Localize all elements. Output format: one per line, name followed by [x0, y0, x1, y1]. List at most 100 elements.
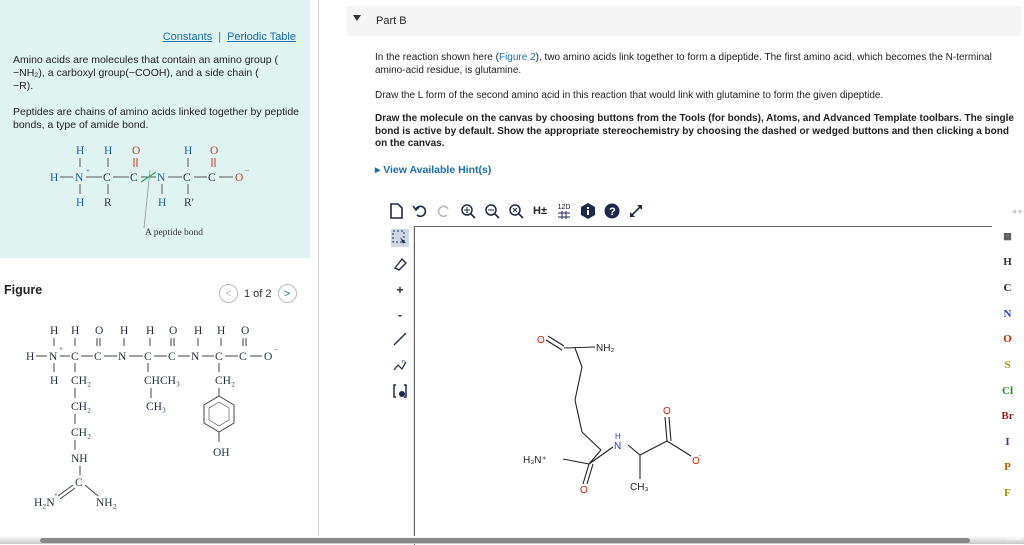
carboxylate-charge: - — [699, 453, 702, 460]
bracket-template-icon[interactable] — [391, 382, 409, 400]
figure-2-link[interactable]: Figure 2 — [499, 52, 536, 63]
eraser-icon[interactable] — [391, 255, 409, 273]
carbonyl-o-bottom: O — [580, 485, 588, 496]
svg-text:−: − — [274, 345, 279, 354]
svg-text:CH₃: CH₃ — [146, 401, 166, 413]
svg-text:R: R — [104, 197, 112, 209]
atom-p-button[interactable]: P — [992, 461, 1023, 473]
atom-s-button[interactable]: S — [992, 359, 1023, 371]
atom-i-button[interactable]: I — [992, 436, 1023, 448]
chain-tool-icon[interactable]: n — [391, 356, 409, 374]
zoom-reset-icon[interactable] — [507, 201, 525, 221]
svg-text:H: H — [158, 197, 166, 209]
intro-box: Constants | Periodic Table Amino acids are… — [0, 0, 310, 258]
scroll-arrows-icon[interactable]: ◂ ▸ — [1011, 206, 1023, 217]
svg-text:−: − — [245, 166, 250, 175]
view-hints-link[interactable]: ▸ View Available Hint(s) — [375, 164, 491, 176]
svg-text:H: H — [184, 145, 192, 157]
undo-icon[interactable] — [411, 201, 429, 221]
svg-text:?: ? — [609, 206, 616, 218]
svg-text:H: H — [26, 351, 34, 363]
svg-text:CH₂: CH₂ — [71, 427, 91, 439]
intro-p1-c: −R). — [13, 80, 34, 92]
part-b-header[interactable]: Part B — [347, 6, 1021, 36]
atom-br-button[interactable]: Br — [992, 410, 1023, 422]
help-icon[interactable]: ? — [603, 201, 621, 221]
positive-charge-icon[interactable]: + — [391, 281, 409, 299]
horizontal-scrollbar[interactable]: 5360 — [0, 535, 1024, 544]
carbonyl-o-top: O — [537, 335, 545, 346]
svg-text:C: C — [94, 351, 102, 363]
right-panel: Part B In the reaction shown here (Figur… — [319, 0, 1024, 545]
zoom-out-icon[interactable] — [483, 201, 501, 221]
info-icon[interactable] — [579, 201, 597, 221]
svg-text:H: H — [146, 325, 154, 337]
tools-column: + - n — [387, 226, 414, 544]
next-figure-button[interactable]: > — [277, 284, 297, 303]
svg-text:H₂N: H₂N — [34, 497, 55, 509]
expand-icon[interactable] — [627, 201, 645, 221]
svg-text:O: O — [169, 325, 177, 337]
svg-text:N: N — [157, 172, 166, 184]
question-paragraph-2: Draw the L form of the second amino acid… — [375, 90, 884, 101]
question-paragraph-3: Draw the molecule on the canvas by choos… — [375, 113, 1014, 149]
2d-structure-icon[interactable]: 12D — [555, 201, 573, 221]
svg-text:C: C — [215, 351, 223, 363]
scrollbar-thumb[interactable] — [40, 538, 970, 543]
svg-text:O: O — [95, 325, 103, 337]
svg-text:H: H — [76, 197, 84, 209]
q1-text-a: In the reaction shown here ( — [375, 52, 499, 63]
editor-area: + - n O NH₂ H₃N⁺ O H N O O - CH₃ ▦ H C N… — [387, 226, 1023, 545]
peptide-bond-label: A peptide bond — [145, 228, 203, 238]
svg-text:C: C — [130, 172, 138, 184]
atom-n-button[interactable]: N — [992, 308, 1023, 320]
2d-label: 12D — [557, 203, 571, 211]
amide-n-label: N — [614, 441, 621, 452]
svg-text:N: N — [75, 172, 84, 184]
svg-text:H: H — [50, 325, 58, 337]
figure-page-indicator: 1 of 2 — [244, 287, 272, 300]
prev-figure-button[interactable]: < — [219, 284, 238, 303]
svg-text:N: N — [118, 351, 127, 363]
intro-links: Constants | Periodic Table — [163, 31, 296, 43]
svg-text:C: C — [71, 351, 79, 363]
svg-text:C: C — [239, 351, 247, 363]
svg-text:C: C — [183, 172, 191, 184]
svg-text:O: O — [210, 145, 218, 157]
atom-h-button[interactable]: H — [992, 256, 1023, 268]
svg-text:O: O — [264, 351, 272, 363]
intro-paragraph-1: Amino acids are molecules that contain a… — [13, 54, 303, 93]
figure-molecule: HHO HHO HHO H N+ C C N C C N C C O− H CH… — [26, 325, 279, 509]
atom-c-button[interactable]: C — [992, 282, 1023, 294]
redo-icon[interactable] — [435, 201, 453, 221]
select-tool-icon[interactable] — [391, 229, 409, 247]
negative-charge-icon[interactable]: - — [391, 306, 409, 324]
zoom-in-icon[interactable] — [459, 201, 477, 221]
periodic-table-link[interactable]: Periodic Table — [227, 31, 296, 43]
svg-text:CH₂: CH₂ — [71, 401, 91, 413]
atoms-column: ▦ H C N O S Cl Br I P F — [992, 226, 1023, 544]
svg-text:N: N — [49, 351, 58, 363]
methyl-label: CH₃ — [630, 482, 649, 493]
svg-text:H: H — [217, 325, 225, 337]
svg-text:H: H — [194, 325, 202, 337]
new-document-icon[interactable] — [387, 201, 405, 221]
svg-text:C: C — [103, 172, 111, 184]
atom-cl-button[interactable]: Cl — [992, 385, 1023, 397]
collapse-triangle-icon[interactable] — [353, 15, 361, 21]
drawing-canvas[interactable]: O NH₂ H₃N⁺ O H N O O - CH₃ — [414, 226, 992, 545]
svg-text:C: C — [75, 477, 83, 489]
atom-o-button[interactable]: O — [992, 333, 1023, 345]
svg-text:+: + — [59, 345, 63, 353]
h-toggle-button[interactable]: H± — [531, 201, 549, 221]
svg-text:n: n — [402, 359, 405, 365]
svg-text:OH: OH — [213, 447, 230, 459]
intro-paragraph-2: Peptides are chains of amino acids linke… — [13, 106, 300, 131]
svg-text:+: + — [54, 491, 58, 499]
svg-text:H: H — [76, 145, 84, 157]
single-bond-icon[interactable] — [391, 330, 409, 348]
periodic-table-icon[interactable]: ▦ — [992, 231, 1023, 242]
atom-f-button[interactable]: F — [992, 487, 1023, 499]
constants-link[interactable]: Constants — [163, 31, 213, 43]
carboxyl-o-top: O — [663, 406, 671, 417]
